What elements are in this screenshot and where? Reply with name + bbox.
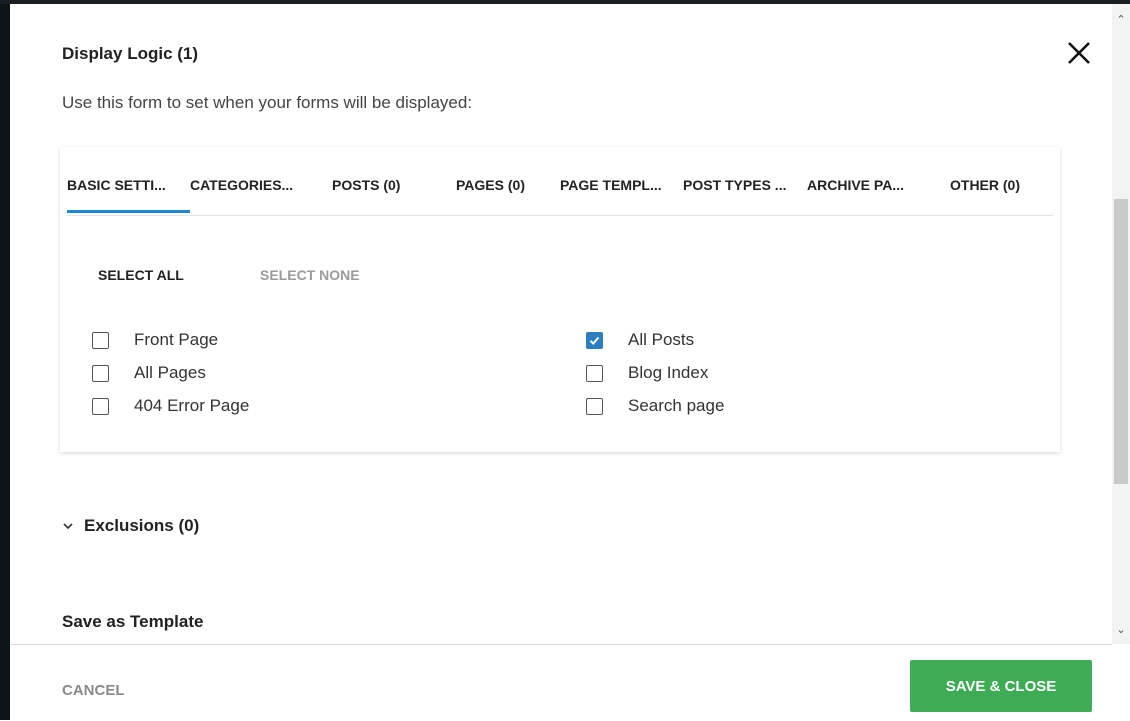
chevron-down-icon: [63, 523, 73, 530]
checkbox-front-page[interactable]: Front Page: [92, 329, 218, 351]
modal-subtitle: Use this form to set when your forms wil…: [62, 93, 473, 112]
tab-bar: BASIC SETTI... CATEGORIES... POSTS (0) P…: [67, 147, 1053, 216]
display-logic-card: BASIC SETTI... CATEGORIES... POSTS (0) P…: [60, 147, 1060, 452]
scrollbar-thumb[interactable]: [1114, 199, 1128, 484]
checkbox-box[interactable]: [586, 364, 603, 382]
checkbox-search-page[interactable]: Search page: [586, 395, 724, 417]
tab-posts[interactable]: POSTS (0): [332, 177, 400, 193]
checkbox-box[interactable]: [92, 331, 109, 349]
checkbox-box[interactable]: [92, 364, 109, 382]
checkbox-label: Search page: [628, 396, 725, 415]
checkbox-box[interactable]: [586, 331, 603, 349]
checkbox-404-error-page[interactable]: 404 Error Page: [92, 395, 249, 417]
checkbox-label: 404 Error Page: [134, 396, 250, 415]
close-button[interactable]: [1064, 38, 1094, 68]
save-and-close-button[interactable]: SAVE & CLOSE: [910, 660, 1092, 712]
checkbox-all-posts[interactable]: All Posts: [586, 329, 694, 351]
background-edge-left: [0, 0, 10, 720]
tab-other[interactable]: OTHER (0): [950, 177, 1020, 193]
exclusions-label: Exclusions (0): [84, 516, 200, 535]
scroll-down-icon[interactable]: ⌄: [1112, 622, 1130, 638]
checkbox-label: All Pages: [134, 363, 206, 382]
scroll-up-icon[interactable]: ⌃: [1112, 12, 1130, 28]
save-as-template-heading: Save as Template: [62, 612, 204, 631]
active-tab-indicator: [67, 210, 190, 213]
select-none-button[interactable]: SELECT NONE: [260, 267, 360, 283]
close-icon: [1068, 42, 1090, 64]
checkbox-label: All Posts: [628, 330, 695, 349]
tab-pages[interactable]: PAGES (0): [456, 177, 525, 193]
checkbox-label: Front Page: [134, 330, 219, 349]
checkbox-box[interactable]: [586, 397, 603, 415]
select-all-button[interactable]: SELECT ALL: [98, 267, 184, 283]
modal-title: Display Logic (1): [62, 44, 199, 63]
checkbox-all-pages[interactable]: All Pages: [92, 362, 206, 384]
exclusions-toggle[interactable]: Exclusions (0): [62, 516, 199, 536]
tab-page-templates[interactable]: PAGE TEMPL...: [560, 177, 662, 193]
tab-archive-pages[interactable]: ARCHIVE PA...: [807, 177, 904, 193]
checkbox-label: Blog Index: [628, 363, 709, 382]
tab-categories[interactable]: CATEGORIES...: [190, 177, 293, 193]
tab-basic-settings[interactable]: BASIC SETTI...: [67, 177, 166, 193]
checkbox-box[interactable]: [92, 397, 109, 415]
display-logic-modal: Display Logic (1) Use this form to set w…: [10, 4, 1112, 721]
modal-footer: CANCEL SAVE & CLOSE: [10, 644, 1112, 721]
checkmark-icon: [589, 336, 600, 345]
modal-scrollbar[interactable]: ⌃ ⌄: [1112, 4, 1130, 644]
cancel-button[interactable]: CANCEL: [62, 682, 125, 699]
checkbox-blog-index[interactable]: Blog Index: [586, 362, 708, 384]
tab-post-types[interactable]: POST TYPES ...: [683, 177, 786, 193]
